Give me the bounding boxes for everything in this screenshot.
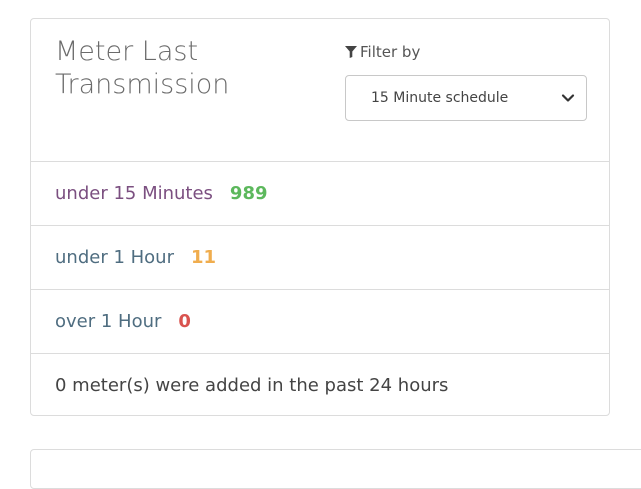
row-under-15-minutes: under 15 Minutes 989 [31, 162, 609, 226]
row-count: 989 [229, 183, 268, 204]
row-under-1-hour: under 1 Hour 11 [31, 226, 609, 290]
meter-last-transmission-card: Meter Last Transmission Filter by 15 Min… [30, 18, 610, 416]
filter-label-text: Filter by [360, 43, 421, 61]
filter-label: Filter by [345, 43, 420, 61]
row-label: over 1 Hour [55, 311, 162, 332]
meters-added-text: 0 meter(s) were added in the past 24 hou… [55, 374, 449, 396]
row-over-1-hour: over 1 Hour 0 [31, 290, 609, 354]
next-card [30, 449, 641, 489]
meters-added-footer: 0 meter(s) were added in the past 24 hou… [31, 354, 609, 416]
row-label: under 1 Hour [55, 247, 174, 268]
chevron-down-icon [561, 94, 575, 102]
row-label: under 15 Minutes [55, 183, 213, 204]
card-title: Meter Last Transmission [55, 36, 230, 100]
schedule-select-value: 15 Minute schedule [371, 90, 509, 106]
card-header: Meter Last Transmission Filter by 15 Min… [31, 19, 609, 162]
row-count: 0 [178, 311, 191, 332]
filter-icon [345, 46, 357, 58]
schedule-select[interactable]: 15 Minute schedule [345, 75, 587, 121]
row-count: 11 [190, 247, 217, 268]
